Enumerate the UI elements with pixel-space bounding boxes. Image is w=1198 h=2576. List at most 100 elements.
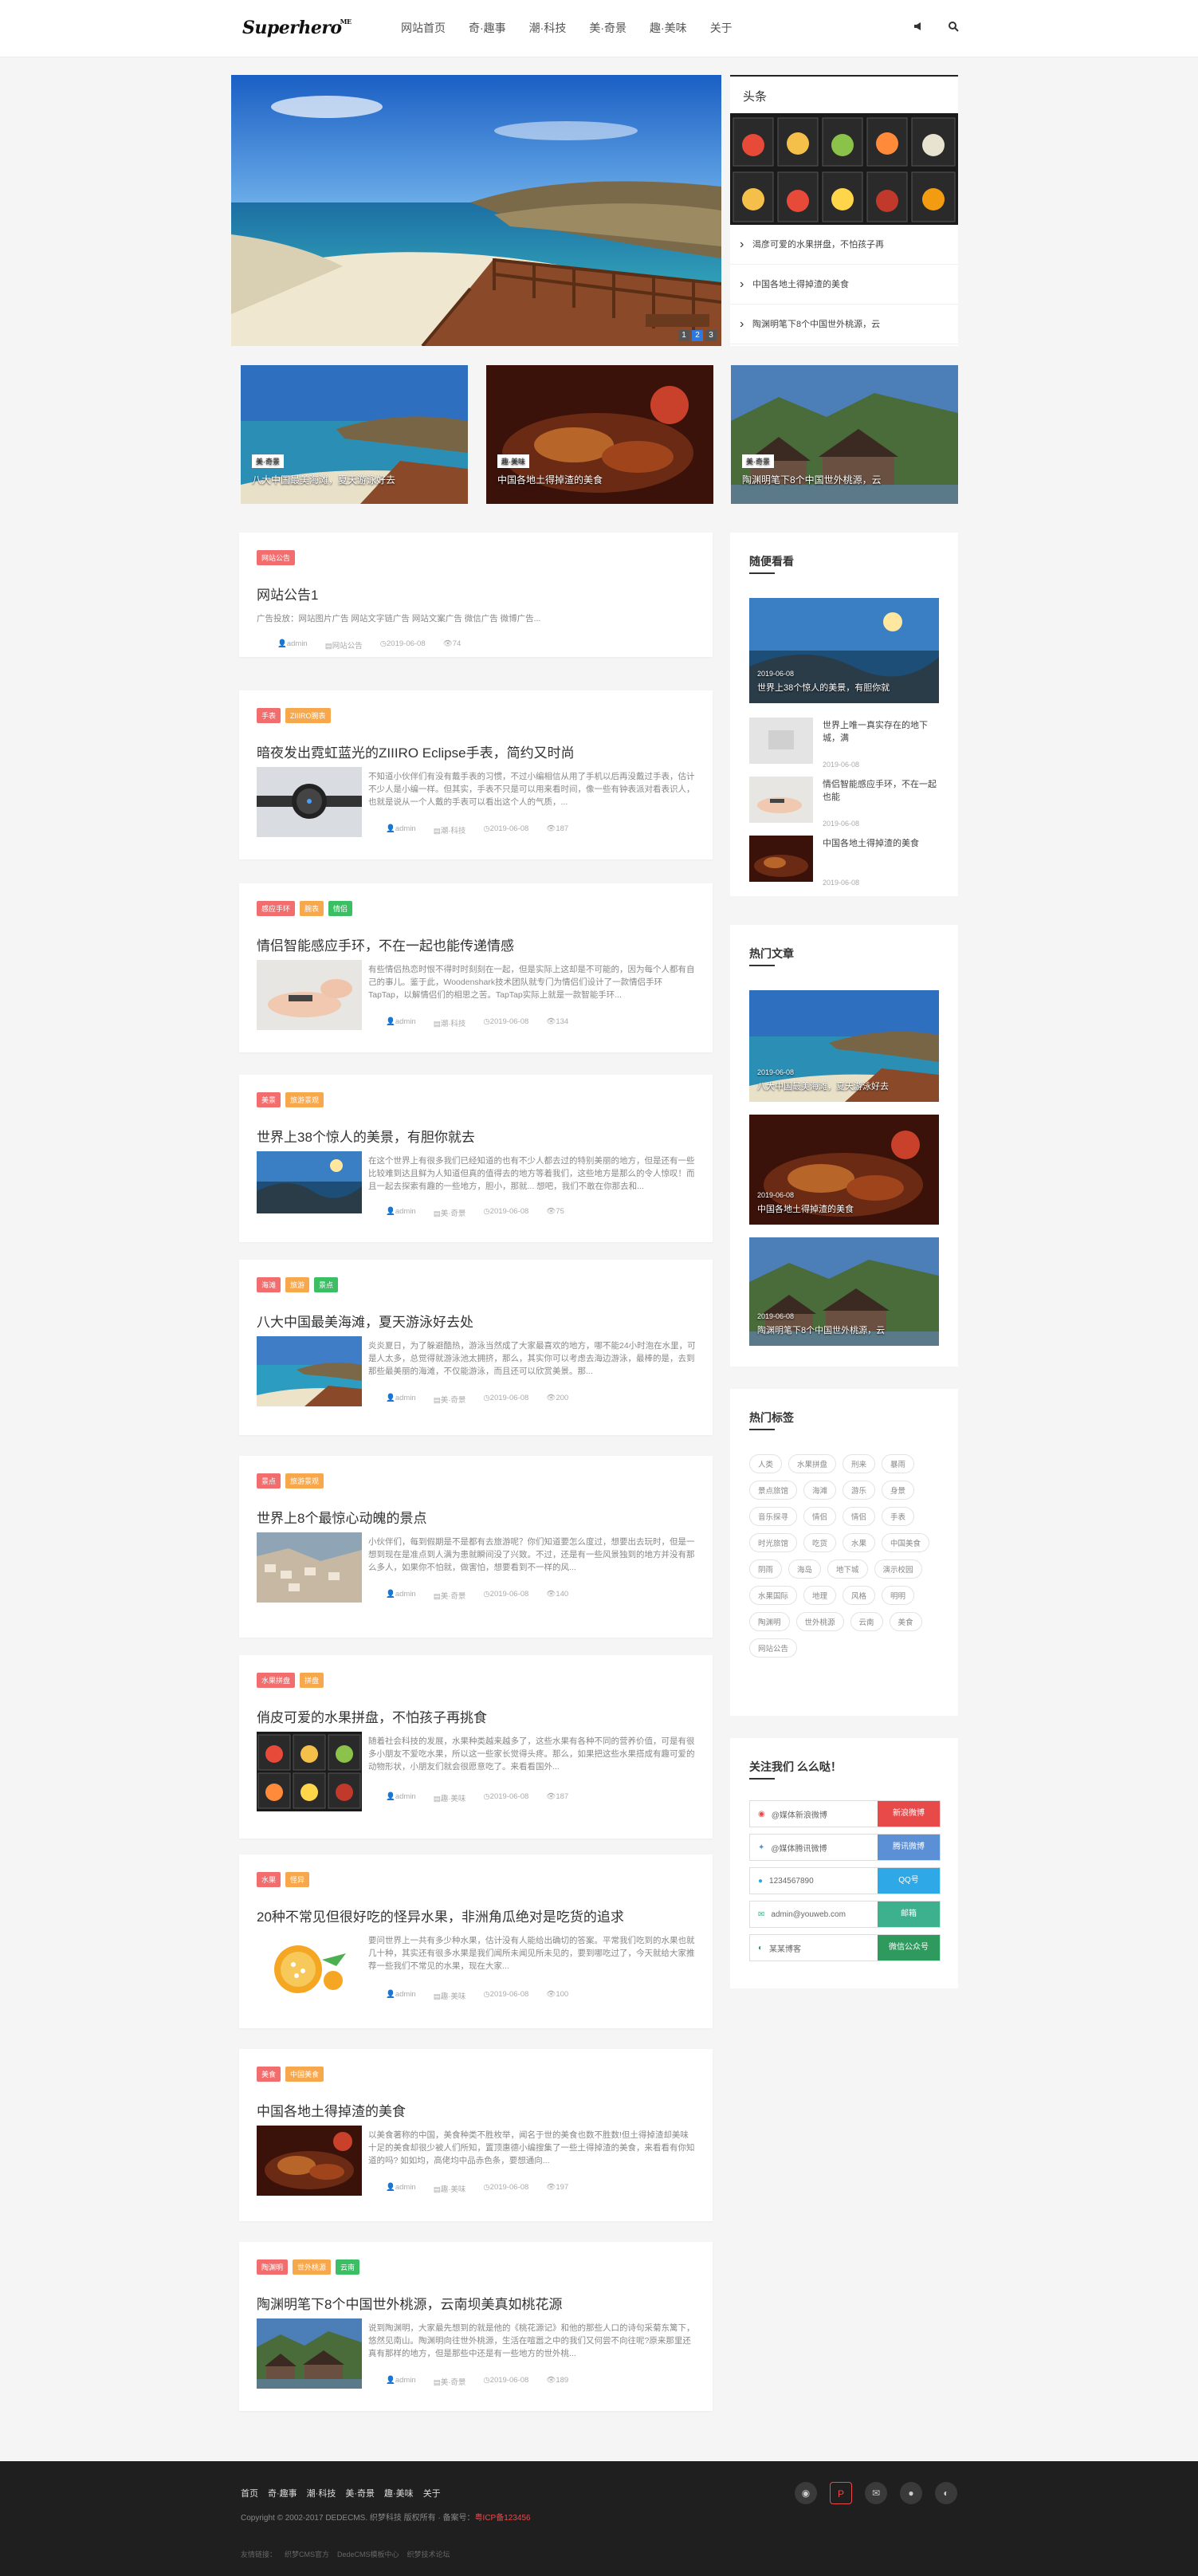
post-thumbnail[interactable] (257, 1151, 362, 1213)
post-tag[interactable]: 旅游景观 (285, 1092, 324, 1107)
tag-link[interactable]: 海岛 (788, 1559, 822, 1579)
post-thumbnail[interactable] (257, 1532, 362, 1603)
tag-link[interactable]: 中国美食 (882, 1533, 930, 1552)
search-icon[interactable] (948, 21, 959, 34)
post-title[interactable]: 八大中国最美海滩，夏天游泳好去处 (257, 1311, 473, 1331)
post-tag[interactable]: 感应手环 (257, 901, 296, 916)
tag-link[interactable]: 手表 (882, 1507, 915, 1526)
featured-tag[interactable]: 美·奇景 (742, 454, 774, 468)
post-tag[interactable]: 美食 (257, 2067, 281, 2082)
random-item[interactable]: 中国各地土得掉渣的美食 2019-06-08 (749, 836, 941, 887)
post-tag[interactable]: 怪异 (285, 1872, 310, 1887)
friend-link[interactable]: 织梦技术论坛 (407, 2549, 450, 2559)
post-title[interactable]: 中国各地土得掉渣的美食 (257, 2100, 406, 2120)
footer-nav-item[interactable]: 首页 (241, 2487, 258, 2499)
follow-wechat-button[interactable]: 微信公众号 (878, 1935, 940, 1961)
qq-icon[interactable]: ● (900, 2482, 922, 2504)
tag-link[interactable]: 风格 (843, 1586, 876, 1605)
post-tag[interactable]: 美景 (257, 1092, 281, 1107)
hot-item[interactable]: 2019-06-08 中国各地土得掉渣的美食 (749, 1115, 939, 1225)
post-category[interactable]: ▤趣·美味 (434, 1792, 466, 1803)
tag-link[interactable]: 水果国际 (749, 1586, 798, 1605)
featured-card[interactable]: 趣·美味 中国各地土得掉渣的美食 (486, 365, 713, 504)
post-tag[interactable]: 陶渊明 (257, 2259, 289, 2275)
tag-link[interactable]: 演示校园 (874, 1559, 922, 1579)
random-item[interactable]: 世界上唯一真实存在的地下城，满 2019-06-08 (749, 718, 941, 769)
featured-title[interactable]: 八大中国最美海滩，夏天游泳好去 (252, 474, 395, 486)
slider-dot[interactable]: 1 (678, 330, 689, 341)
slider-dot-active[interactable]: 2 (692, 330, 703, 341)
post-category[interactable]: ▤网站公告 (325, 639, 363, 651)
post-title[interactable]: 陶渊明笔下8个中国世外桃源，云南坝美真如桃花源 (257, 2293, 562, 2313)
post-category[interactable]: ▤美·奇景 (434, 1207, 466, 1218)
nav-scenery[interactable]: 美·奇景 (589, 19, 626, 37)
follow-weibo-button[interactable]: 新浪微博 (878, 1801, 940, 1827)
post-thumbnail[interactable] (257, 1336, 362, 1406)
follow-email[interactable]: ✉ admin@youweb.com 邮箱 (749, 1901, 941, 1928)
follow-tencent-button[interactable]: 腾讯微博 (878, 1835, 940, 1860)
post-tag[interactable]: 情侣 (328, 901, 353, 916)
tag-link[interactable]: 阴雨 (749, 1559, 783, 1579)
post-tag[interactable]: 手表 (257, 708, 281, 723)
weibo-icon[interactable]: ◉ (795, 2482, 817, 2504)
featured-tag[interactable]: 美·奇景 (252, 454, 284, 468)
featured-title[interactable]: 中国各地土得掉渣的美食 (497, 474, 603, 486)
tag-link[interactable]: 水果 (843, 1533, 876, 1552)
tag-link[interactable]: 美食 (889, 1612, 922, 1631)
post-category[interactable]: ▤美·奇景 (434, 1590, 466, 1601)
tag-link[interactable]: 海滩 (803, 1481, 837, 1500)
footer-nav-item[interactable]: 关于 (423, 2487, 441, 2499)
post-tag[interactable]: 云南 (336, 2259, 360, 2275)
tag-link[interactable]: 暴雨 (882, 1454, 915, 1473)
post-tag[interactable]: 网站公告 (257, 550, 296, 565)
nav-about[interactable]: 关于 (710, 19, 733, 37)
wechat-icon[interactable]: ◐ (935, 2482, 957, 2504)
friend-link[interactable]: DedeCMS模板中心 (337, 2549, 399, 2559)
post-tag[interactable]: 拼盘 (300, 1673, 324, 1688)
post-title[interactable]: 网站公告1 (257, 584, 318, 604)
post-title[interactable]: 20种不常见但很好吃的怪异水果，非洲角瓜绝对是吃货的追求 (257, 1905, 624, 1925)
site-logo[interactable]: SuperheroME (242, 18, 353, 38)
tag-link[interactable]: 吃货 (803, 1533, 837, 1552)
post-thumbnail[interactable] (257, 960, 362, 1030)
post-tag[interactable]: 景点 (314, 1277, 339, 1292)
post-thumbnail[interactable] (257, 1732, 362, 1811)
tag-link[interactable]: 时光旅馆 (749, 1533, 798, 1552)
post-tag[interactable]: 水果拼盘 (257, 1673, 296, 1688)
post-title[interactable]: 世界上38个惊人的美景，有胆你就去 (257, 1126, 475, 1146)
post-title[interactable]: 世界上8个最惊心动魄的景点 (257, 1507, 426, 1527)
nav-food[interactable]: 趣·美味 (650, 19, 687, 37)
nav-home[interactable]: 网站首页 (401, 19, 446, 37)
follow-weibo[interactable]: ◉ @媒体新浪微博 新浪微博 (749, 1800, 941, 1827)
tag-link[interactable]: 刑来 (843, 1454, 876, 1473)
fruit-platter-image[interactable] (730, 113, 958, 225)
post-title[interactable]: 暗夜发出霓虹蓝光的ZIIIRO Eclipse手表，简约又时尚 (257, 741, 575, 761)
hot-item[interactable]: 2019-06-08 陶渊明笔下8个中国世外桃源，云 (749, 1237, 939, 1346)
footer-nav-item[interactable]: 趣·美味 (384, 2487, 414, 2499)
tag-link[interactable]: 陶渊明 (749, 1612, 790, 1631)
tag-link[interactable]: 地理 (803, 1586, 837, 1605)
tag-link[interactable]: 地下城 (827, 1559, 868, 1579)
post-tag[interactable]: 中国美食 (285, 2067, 324, 2082)
footer-nav-item[interactable]: 美·奇景 (345, 2487, 375, 2499)
friend-link[interactable]: 织梦CMS官方 (285, 2549, 329, 2559)
follow-wechat[interactable]: ◐ 某某博客 微信公众号 (749, 1934, 941, 1961)
tag-link[interactable]: 云南 (850, 1612, 883, 1631)
footer-nav-item[interactable]: 奇·趣事 (268, 2487, 297, 2499)
mail-icon[interactable]: ✉ (865, 2482, 887, 2504)
post-thumbnail[interactable] (257, 2318, 362, 2389)
post-category[interactable]: ▤美·奇景 (434, 2376, 466, 2387)
featured-card[interactable]: 美·奇景 陶渊明笔下8个中国世外桃源，云 (731, 365, 958, 504)
tag-link[interactable]: 世外桃源 (795, 1612, 844, 1631)
featured-tag[interactable]: 趣·美味 (497, 454, 529, 468)
post-tag[interactable]: 水果 (257, 1872, 281, 1887)
post-category[interactable]: ▤美·奇景 (434, 1394, 466, 1405)
post-thumbnail[interactable] (257, 2126, 362, 2196)
hot-item[interactable]: 2019-06-08 八大中国最美海滩，夏天游泳好去 (749, 990, 939, 1102)
tag-link[interactable]: 情侣 (803, 1507, 837, 1526)
tag-link[interactable]: 网站公告 (749, 1638, 798, 1658)
post-tag[interactable]: 旅游 (285, 1277, 310, 1292)
tag-link[interactable]: 景点旅馆 (749, 1481, 798, 1500)
tag-link[interactable]: 游乐 (843, 1481, 876, 1500)
hero-slider[interactable]: 1 2 3 (231, 75, 721, 346)
